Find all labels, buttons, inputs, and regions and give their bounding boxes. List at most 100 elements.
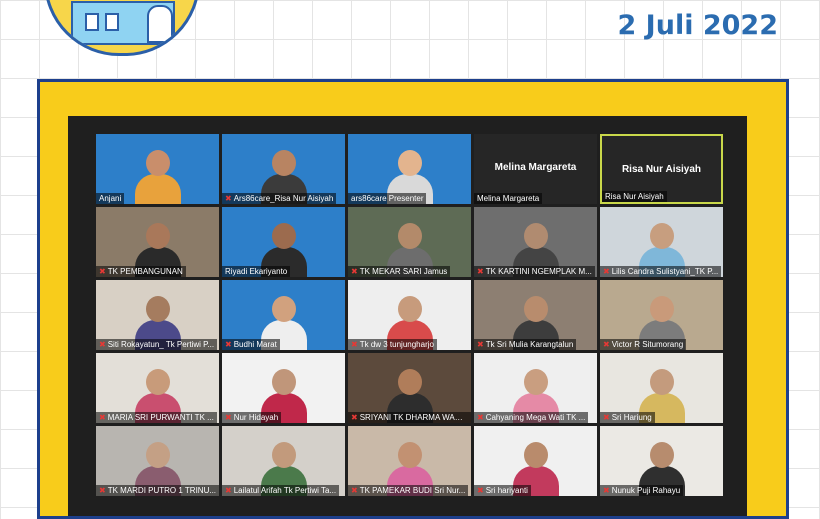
participant-display-name: Melina Margareta [494, 162, 577, 173]
participant-tile[interactable]: ✖ MARIA SRI PURWANTI TK ... [96, 353, 219, 423]
participant-tile[interactable]: ✖ Ars86care_Risa Nur Aisiyah [222, 134, 345, 204]
participant-name: Anjani [99, 194, 122, 203]
participant-name: TK MEKAR SARI Jamus [359, 267, 448, 276]
participant-tile[interactable]: ✖ SRIYANI TK DHARMA WANI... [348, 353, 471, 423]
participant-display-name: Risa Nur Aisiyah [621, 164, 702, 175]
mic-muted-icon: ✖ [351, 413, 358, 422]
mic-muted-icon: ✖ [603, 486, 610, 495]
participant-name: ars86care Presenter [351, 194, 424, 203]
participant-tile[interactable]: ✖ Cahyaning Mega Wati TK ... [474, 353, 597, 423]
participant-tile[interactable]: ✖ Lilis Candra Sulistyani_TK P... [600, 207, 723, 277]
participant-name-label: ✖ Nunuk Puji Rahayu [600, 485, 684, 496]
participant-name-label: ✖ Lilis Candra Sulistyani_TK P... [600, 266, 722, 277]
participant-name: Ars86care_Risa Nur Aisiyah [233, 194, 334, 203]
participant-name-label: ✖ MARIA SRI PURWANTI TK ... [96, 412, 217, 423]
participant-name-label: Melina Margareta [474, 193, 543, 204]
participant-tile[interactable]: Riyadi Ekariyanto [222, 207, 345, 277]
participant-name-label: ✖ Lailatul Arifah Tk Pertiwi Ta... [222, 485, 340, 496]
participant-name: TK MARDI PUTRO 1 TRINU... [107, 486, 217, 495]
mic-muted-icon: ✖ [603, 340, 610, 349]
participant-tile[interactable]: ✖ TK PEMBANGUNAN [96, 207, 219, 277]
participant-tile[interactable]: ✖ TK PAMEKAR BUDI Sri Nur... [348, 426, 471, 496]
mic-muted-icon: ✖ [477, 413, 484, 422]
participant-name-label: Riyadi Ekariyanto [222, 266, 291, 277]
participant-tile[interactable]: ✖ Nunuk Puji Rahayu [600, 426, 723, 496]
mic-muted-icon: ✖ [477, 486, 484, 495]
participant-name: Tk dw 3 tunjungharjo [359, 340, 434, 349]
participant-tile[interactable]: Risa Nur Aisiyah Risa Nur Aisiyah [600, 134, 723, 204]
window-icon [85, 13, 99, 31]
participant-name-label: ✖ Sri Hariung [600, 412, 655, 423]
video-call-gallery: Anjani ✖ Ars86care_Risa Nur Aisiyah ars86ca… [68, 116, 747, 516]
mic-muted-icon: ✖ [99, 267, 106, 276]
participant-name: Riyadi Ekariyanto [225, 267, 288, 276]
participant-name-label: ✖ Victor R Situmorang [600, 339, 687, 350]
participant-tile[interactable]: ars86care Presenter [348, 134, 471, 204]
participant-tile[interactable]: ✖ Siti Rokayatun_ Tk Pertiwi P... [96, 280, 219, 350]
participant-name: Sri hariyanti [485, 486, 528, 495]
participant-name: Cahyaning Mega Wati TK ... [485, 413, 586, 422]
participant-tile[interactable]: ✖ TK MEKAR SARI Jamus [348, 207, 471, 277]
participant-name: TK PAMEKAR BUDI Sri Nur... [359, 486, 466, 495]
participant-name-label: ✖ Tk Sri Mulia Karangtalun [474, 339, 577, 350]
participant-name-label: ✖ TK KARTINI NGEMPLAK M... [474, 266, 595, 277]
participant-name: SRIYANI TK DHARMA WANI... [359, 413, 470, 422]
participant-tile[interactable]: ✖ Tk dw 3 tunjungharjo [348, 280, 471, 350]
participant-name: Tk Sri Mulia Karangtalun [485, 340, 574, 349]
participant-name: Budhi Marat [233, 340, 277, 349]
participant-name: Victor R Situmorang [611, 340, 684, 349]
participant-tile[interactable]: ✖ Sri Hariung [600, 353, 723, 423]
mic-muted-icon: ✖ [351, 267, 358, 276]
participant-name-label: ✖ Budhi Marat [222, 339, 280, 350]
participant-tile[interactable]: ✖ Lailatul Arifah Tk Pertiwi Ta... [222, 426, 345, 496]
participant-name: Lilis Candra Sulistyani_TK P... [611, 267, 719, 276]
mic-muted-icon: ✖ [603, 267, 610, 276]
participant-video [134, 148, 181, 204]
participant-tile[interactable]: ✖ TK MARDI PUTRO 1 TRINU... [96, 426, 219, 496]
mic-muted-icon: ✖ [225, 194, 232, 203]
participant-tile[interactable]: Anjani [96, 134, 219, 204]
mic-muted-icon: ✖ [99, 486, 106, 495]
participant-name: Siti Rokayatun_ Tk Pertiwi P... [107, 340, 215, 349]
event-logo [44, 0, 200, 56]
mic-muted-icon: ✖ [477, 267, 484, 276]
participant-tile[interactable]: Melina Margareta Melina Margareta [474, 134, 597, 204]
participant-name-label: ✖ TK PAMEKAR BUDI Sri Nur... [348, 485, 469, 496]
participant-tile[interactable]: ✖ Budhi Marat [222, 280, 345, 350]
participant-tile[interactable]: ✖ Tk Sri Mulia Karangtalun [474, 280, 597, 350]
participant-tile[interactable]: ✖ Victor R Situmorang [600, 280, 723, 350]
participant-name: Lailatul Arifah Tk Pertiwi Ta... [233, 486, 337, 495]
participant-tile[interactable]: ✖ Sri hariyanti [474, 426, 597, 496]
participant-name-label: ✖ SRIYANI TK DHARMA WANI... [348, 412, 471, 423]
participant-name-label: ✖ Tk dw 3 tunjungharjo [348, 339, 437, 350]
participant-name-label: ✖ TK MARDI PUTRO 1 TRINU... [96, 485, 219, 496]
window-icon [105, 13, 119, 31]
participant-name: TK KARTINI NGEMPLAK M... [485, 267, 592, 276]
mic-muted-icon: ✖ [351, 486, 358, 495]
participant-name-label: ✖ Siti Rokayatun_ Tk Pertiwi P... [96, 339, 218, 350]
participant-name-label: ✖ TK MEKAR SARI Jamus [348, 266, 451, 277]
mic-muted-icon: ✖ [351, 340, 358, 349]
mic-muted-icon: ✖ [99, 340, 106, 349]
participant-tile[interactable]: ✖ Nur Hidayah [222, 353, 345, 423]
mic-muted-icon: ✖ [225, 340, 232, 349]
participant-name-label: ✖ Ars86care_Risa Nur Aisiyah [222, 193, 337, 204]
participant-name-label: ars86care Presenter [348, 193, 427, 204]
participant-name: Nur Hidayah [233, 413, 279, 422]
participant-name: Melina Margareta [477, 194, 540, 203]
door-icon [147, 5, 173, 43]
participant-tile[interactable]: ✖ TK KARTINI NGEMPLAK M... [474, 207, 597, 277]
participant-name: TK PEMBANGUNAN [107, 267, 183, 276]
mic-muted-icon: ✖ [603, 413, 610, 422]
mic-muted-icon: ✖ [99, 413, 106, 422]
mic-muted-icon: ✖ [477, 340, 484, 349]
participant-name: Nunuk Puji Rahayu [611, 486, 681, 495]
participant-name: Sri Hariung [611, 413, 652, 422]
participant-name: Risa Nur Aisiyah [605, 192, 664, 201]
participant-name-label: ✖ Sri hariyanti [474, 485, 531, 496]
participant-name-label: ✖ Cahyaning Mega Wati TK ... [474, 412, 589, 423]
participant-name-label: ✖ TK PEMBANGUNAN [96, 266, 186, 277]
participant-name-label: Risa Nur Aisiyah [602, 191, 667, 202]
participant-name-label: ✖ Nur Hidayah [222, 412, 282, 423]
participant-name: MARIA SRI PURWANTI TK ... [107, 413, 214, 422]
